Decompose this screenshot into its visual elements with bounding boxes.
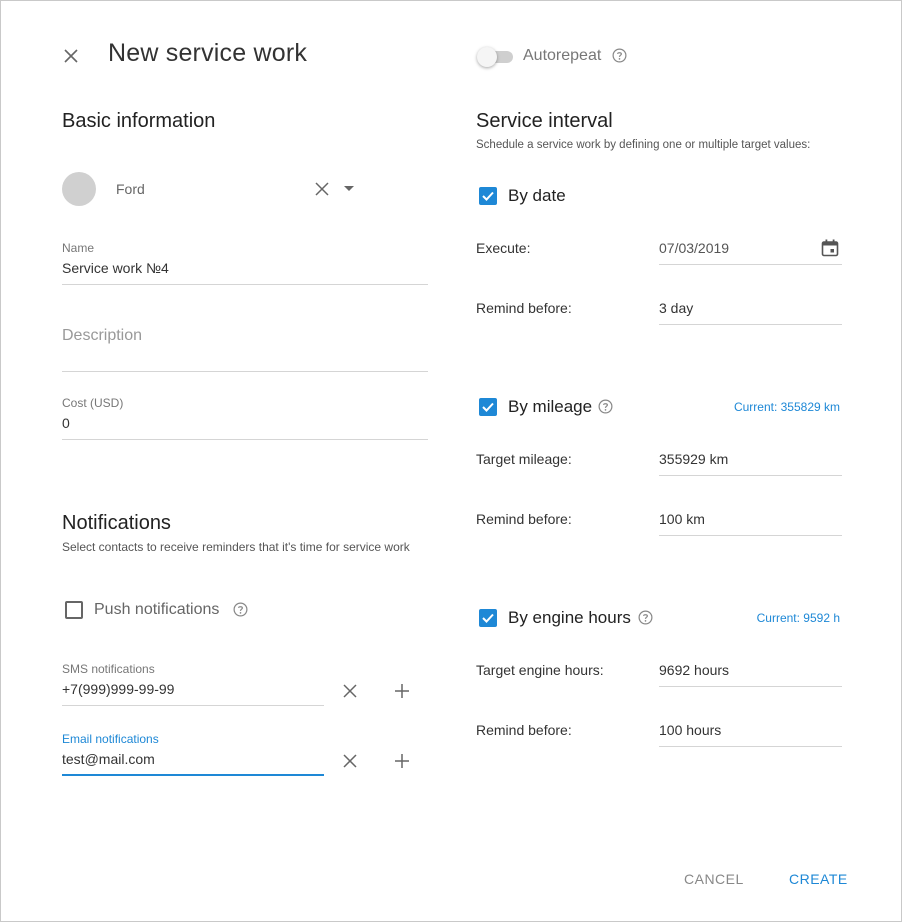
dialog-title: New service work [108, 39, 308, 67]
by-mileage-label: By mileage [508, 397, 593, 416]
add-email-icon[interactable] [392, 751, 412, 771]
mileage-remind-underline [659, 535, 842, 536]
remove-email-icon[interactable] [340, 751, 360, 771]
create-button[interactable]: CREATE [789, 871, 848, 887]
target-mileage-input[interactable]: 355929 km [659, 451, 728, 467]
name-input[interactable]: Service work №4 [62, 260, 169, 276]
basic-information-heading: Basic information [62, 110, 216, 132]
description-input[interactable]: Description [62, 327, 142, 345]
current-engine-hours: Current: 9592 h [756, 611, 840, 625]
mileage-remind-label: Remind before: [476, 511, 572, 527]
by-date-checkbox[interactable] [479, 187, 497, 205]
current-mileage: Current: 355829 km [733, 400, 840, 414]
email-underline-focused [62, 774, 324, 776]
unit-select-value[interactable]: Ford [116, 181, 145, 197]
chevron-down-icon[interactable] [341, 181, 357, 197]
target-engine-hours-input[interactable]: 9692 hours [659, 662, 729, 678]
cost-underline [62, 439, 428, 440]
service-interval-heading: Service interval [476, 110, 613, 132]
target-engine-hours-underline [659, 686, 842, 687]
cost-label: Cost (USD) [62, 396, 124, 410]
by-engine-hours-label: By engine hours [508, 608, 631, 627]
engine-hours-remind-underline [659, 746, 842, 747]
description-underline [62, 371, 428, 372]
service-interval-description: Schedule a service work by defining one … [476, 139, 811, 151]
date-remind-label: Remind before: [476, 300, 572, 316]
notifications-heading: Notifications [62, 512, 171, 534]
calendar-icon[interactable] [819, 237, 841, 259]
service-work-dialog: New service work Autorepeat Basic inform… [0, 0, 902, 922]
mileage-remind-input[interactable]: 100 km [659, 511, 705, 527]
help-icon[interactable] [233, 602, 248, 622]
date-remind-input[interactable]: 3 day [659, 300, 693, 316]
target-engine-hours-label: Target engine hours: [476, 662, 604, 678]
by-engine-hours-checkbox[interactable] [479, 609, 497, 627]
notifications-description: Select contacts to receive reminders tha… [62, 540, 410, 554]
help-icon[interactable] [612, 48, 627, 68]
execute-date-input[interactable]: 07/03/2019 [659, 240, 729, 256]
cost-input[interactable]: 0 [62, 415, 70, 431]
unit-avatar [62, 172, 96, 206]
name-underline [62, 284, 428, 285]
target-mileage-underline [659, 475, 842, 476]
help-icon[interactable] [638, 610, 653, 630]
engine-hours-remind-input[interactable]: 100 hours [659, 722, 721, 738]
engine-hours-remind-label: Remind before: [476, 722, 572, 738]
sms-input[interactable]: +7(999)999-99-99 [62, 681, 174, 697]
autorepeat-label: Autorepeat [523, 47, 602, 64]
by-date-label: By date [508, 186, 566, 205]
name-label: Name [62, 241, 95, 255]
add-sms-icon[interactable] [392, 681, 412, 701]
push-notifications-checkbox[interactable] [65, 601, 83, 619]
execute-label: Execute: [476, 240, 531, 256]
by-mileage-checkbox[interactable] [479, 398, 497, 416]
close-icon[interactable] [59, 44, 83, 68]
remove-sms-icon[interactable] [340, 681, 360, 701]
target-mileage-label: Target mileage: [476, 451, 572, 467]
date-remind-underline [659, 324, 842, 325]
autorepeat-toggle[interactable] [477, 47, 513, 67]
sms-underline [62, 705, 324, 706]
push-notifications-label: Push notifications [94, 601, 220, 618]
email-label: Email notifications [62, 732, 159, 746]
email-input[interactable]: test@mail.com [62, 751, 155, 767]
execute-underline [659, 264, 842, 265]
clear-unit-icon[interactable] [312, 179, 332, 199]
cancel-button[interactable]: CANCEL [684, 871, 744, 887]
help-icon[interactable] [598, 399, 613, 419]
sms-label: SMS notifications [62, 662, 155, 676]
